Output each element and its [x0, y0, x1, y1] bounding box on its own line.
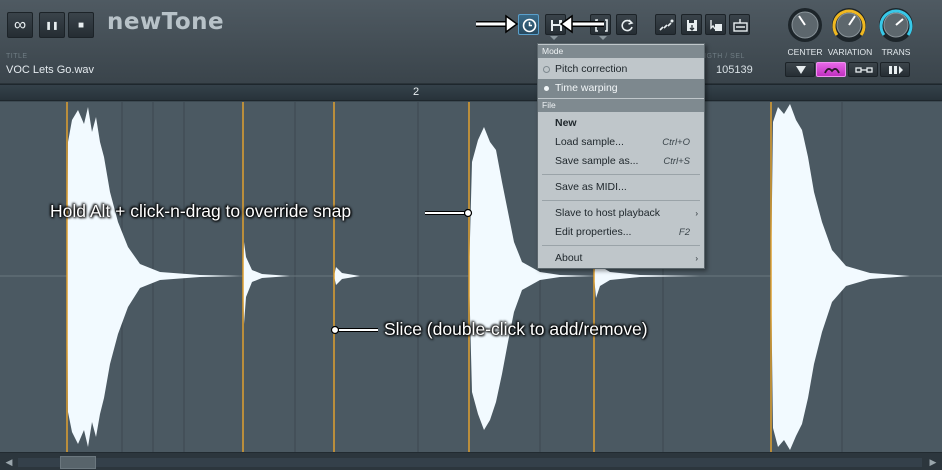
center-label: CENTER	[787, 47, 823, 57]
knob-icon	[832, 8, 866, 42]
app-logo: newTone	[107, 9, 225, 35]
pitch-mode-button-2[interactable]	[816, 62, 846, 77]
trans-knob[interactable]	[876, 5, 916, 45]
shortcut-label: Ctrl+O	[662, 137, 690, 148]
context-menu: Mode Pitch correction Time warping File …	[537, 43, 705, 269]
infinity-icon: ∞	[13, 15, 27, 34]
loop-button[interactable]: ∞	[7, 12, 33, 38]
menu-item-pitch-correction[interactable]: Pitch correction	[538, 60, 704, 79]
timeline-ruler[interactable]	[0, 84, 942, 101]
menu-item-time-warping[interactable]: Time warping	[538, 79, 704, 98]
center-knob[interactable]	[785, 5, 825, 45]
menu-item-label: New	[555, 117, 577, 129]
reset-button[interactable]	[616, 14, 637, 35]
pitch-mode-button-3[interactable]	[848, 62, 878, 77]
pitch-mode-button-1[interactable]	[785, 62, 815, 77]
shortcut-label: Ctrl+S	[663, 156, 690, 167]
drag-icon	[710, 20, 722, 31]
save-export-icon	[687, 20, 697, 31]
stop-icon: ■	[77, 19, 85, 31]
length-value: 105139	[716, 64, 753, 76]
slice-tool-button[interactable]	[655, 14, 676, 35]
pitch-mode-button-4[interactable]	[880, 62, 910, 77]
length-sel-label: NGTH / SEL	[701, 53, 745, 60]
submenu-arrow-icon: ›	[695, 209, 698, 218]
menu-item-label: Save as MIDI...	[555, 181, 627, 193]
slice-annotation: Slice (double-click to add/remove)	[384, 319, 648, 339]
radio-on-icon	[544, 86, 549, 91]
menu-item-save-sample[interactable]: Save sample as... Ctrl+S	[538, 152, 704, 171]
menu-item-new[interactable]: New	[538, 114, 704, 133]
refresh-icon	[621, 19, 634, 32]
menu-item-label: Pitch correction	[555, 63, 628, 75]
knob-icon	[788, 8, 822, 42]
pause-button[interactable]: ❚❚	[39, 12, 65, 38]
menu-item-about[interactable]: About ›	[538, 249, 704, 268]
annotation-arrows	[476, 14, 604, 34]
horizontal-scrollbar[interactable]: ◀ ▶	[0, 452, 942, 470]
drag-sample-button[interactable]	[705, 14, 726, 35]
menu-item-load-sample[interactable]: Load sample... Ctrl+O	[538, 133, 704, 152]
step-icon	[889, 66, 903, 74]
menu-item-label: Time warping	[555, 82, 618, 94]
title-label: TITLE	[6, 53, 28, 60]
file-header: File	[538, 99, 704, 112]
menu-item-label: Slave to host playback	[555, 207, 661, 219]
menu-item-label: About	[555, 252, 583, 264]
trans-label: TRANS	[881, 47, 911, 57]
bar-number: 2	[413, 86, 420, 98]
variation-label: VARIATION	[827, 47, 873, 57]
send-to-playlist-button[interactable]	[729, 14, 750, 35]
stop-button[interactable]: ■	[68, 12, 94, 38]
pen-icon	[796, 66, 806, 74]
pause-icon: ❚❚	[45, 20, 59, 30]
menu-item-label: Save sample as...	[555, 155, 639, 167]
menu-item-label: Load sample...	[555, 136, 624, 148]
playlist-icon	[733, 19, 748, 32]
shortcut-label: F2	[678, 227, 690, 238]
scroll-thumb[interactable]	[60, 456, 96, 469]
submenu-arrow-icon: ›	[695, 254, 698, 263]
newtone-window: ∞ ❚❚ ■ newTone TITLE VOC Lets Go.wav NGT…	[0, 0, 942, 470]
menu-separator	[542, 245, 700, 246]
scroll-right-icon[interactable]: ▶	[926, 455, 940, 469]
link-icon	[855, 67, 873, 73]
menu-separator	[542, 200, 700, 201]
menu-item-label: Edit properties...	[555, 226, 632, 238]
radio-off-icon	[543, 66, 550, 73]
mode-header: Mode	[538, 45, 704, 58]
menu-separator	[542, 174, 700, 175]
sample-title: VOC Lets Go.wav	[6, 64, 95, 76]
snap-annotation: Hold Alt + click-n-drag to override snap	[50, 201, 352, 221]
export-button[interactable]	[681, 14, 702, 35]
knob-icon	[879, 8, 913, 42]
notes-icon	[659, 19, 674, 31]
scroll-track[interactable]	[18, 458, 922, 467]
curve-icon	[824, 68, 840, 74]
menu-item-slave-to-host[interactable]: Slave to host playback ›	[538, 204, 704, 223]
menu-item-save-midi[interactable]: Save as MIDI...	[538, 178, 704, 197]
waveform-view[interactable]	[0, 102, 942, 452]
scroll-left-icon[interactable]: ◀	[2, 455, 16, 469]
variation-knob[interactable]	[829, 5, 869, 45]
menu-item-edit-properties[interactable]: Edit properties... F2	[538, 223, 704, 242]
